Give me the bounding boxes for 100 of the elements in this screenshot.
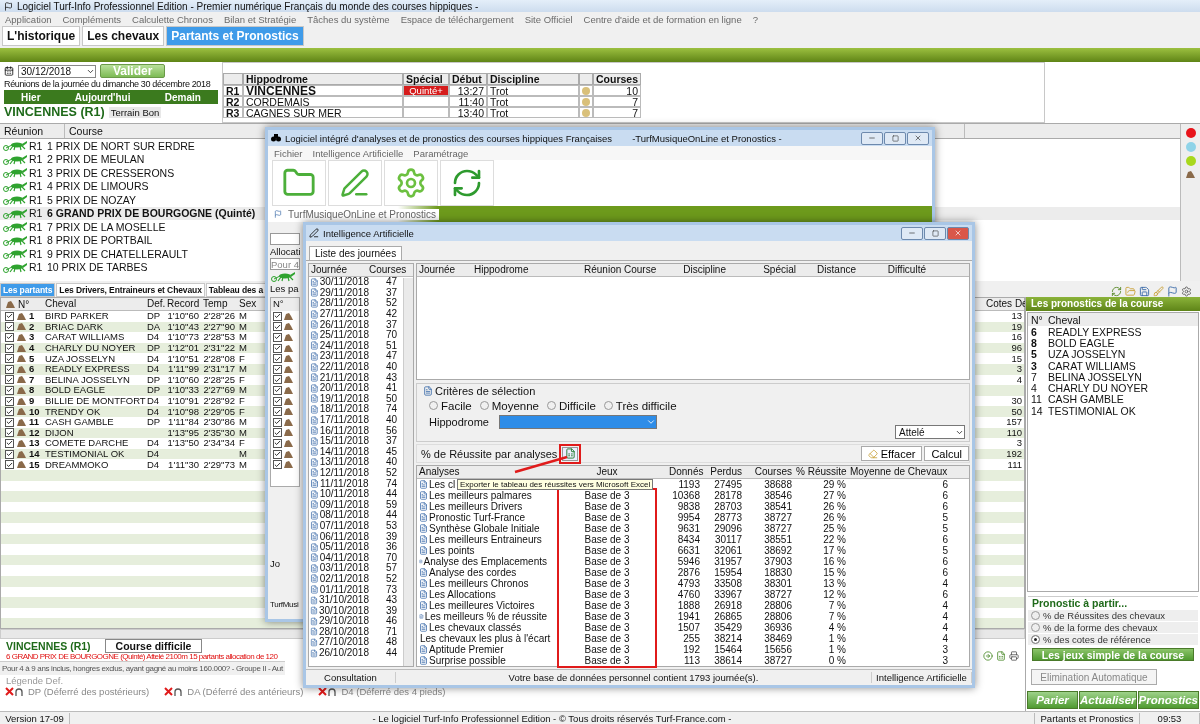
table-cell-text: 12 % <box>822 589 847 600</box>
meeting-code: R1 <box>29 207 43 220</box>
table-cell: 2 <box>29 321 35 332</box>
table-cell-text: 47 <box>384 351 398 362</box>
meeting-code: R1 <box>29 139 43 152</box>
table-cell-text: D4 <box>146 396 161 407</box>
table-cell-text: DIJON <box>44 427 75 438</box>
table-cell-text: M <box>238 427 248 438</box>
column-header: Journée <box>310 264 349 276</box>
table-cell: 12 <box>29 427 40 438</box>
table-cell-text: M <box>238 311 248 322</box>
column-header: Analyses <box>418 466 461 478</box>
table-cell-text: D4 <box>146 459 161 470</box>
table-cell-text: 2'30"86 <box>202 417 236 428</box>
table-cell-text: F <box>238 353 246 364</box>
table-cell-text: Base de 3 <box>583 512 631 523</box>
field-label: Allocati <box>270 246 300 257</box>
table-cell-text: 1'10"33 <box>166 385 200 396</box>
window-title: Intelligence Artificielle <box>323 227 414 239</box>
window-title: Logiciel Turf-Info Professionnel Edition - Premier numérique Français du monde des courses hippiques - <box>17 0 479 12</box>
meeting-code: R1 <box>29 166 43 179</box>
table-cell-text: 45 <box>384 446 398 457</box>
table-cell-text: 38214 <box>713 633 743 644</box>
table-cell: 14 <box>29 449 40 459</box>
table-cell-text: Base de 3 <box>583 655 631 666</box>
table-cell-text: BILLIE DE MONTFORT <box>44 396 145 407</box>
table-cell: 15 <box>29 459 40 470</box>
table-cell-text: 1'10"43 <box>166 321 200 332</box>
table-cell-text: D4 <box>146 364 161 375</box>
table-cell-text: 1'10"73 <box>166 332 200 343</box>
race-name: 2 PRIX DE MEULAN <box>47 153 145 166</box>
legend-title: Légende Def. <box>5 675 64 686</box>
table-cell-text: 2'31"22 <box>202 343 236 354</box>
table-cell: Pronostic Turf-France <box>417 512 547 523</box>
table-cell-text: 14 <box>1030 404 1044 417</box>
table-cell-text: 8 <box>1030 336 1038 349</box>
table-cell-text: 5 <box>941 545 949 556</box>
table-cell-text: 70 <box>384 552 398 563</box>
column-header: Record <box>166 298 201 310</box>
table-cell: TESTIMONIAL OK <box>1048 404 1136 417</box>
table-cell-text: 38727 <box>763 589 793 600</box>
table-cell-text: M <box>238 449 248 459</box>
column-header: Spécial <box>403 73 449 85</box>
table-cell-text: 7 % <box>827 600 847 611</box>
column-header: Cheval <box>1048 313 1081 326</box>
tooltip: Exporter le tableau des réussites vers Microsoft Excel <box>457 479 654 490</box>
table-cell-text: 1'10"98 <box>166 406 200 417</box>
legend-item: D4 (Déferré des 4 pieds) <box>341 686 446 697</box>
table-cell-text: 28178 <box>713 490 743 501</box>
status-text: Votre base de données personnel contient 1793 journée(s). <box>396 672 872 683</box>
table-cell-text: Base de 3 <box>583 589 631 600</box>
table-cell-text: 192 <box>682 644 701 655</box>
table-cell-text: 11 <box>1030 393 1043 406</box>
table-cell: 4 <box>29 343 35 354</box>
table-cell-text: D4 <box>146 438 161 449</box>
table-cell-text: 8434 <box>676 534 701 545</box>
table-cell-text: 6 <box>941 490 949 501</box>
module-label: Partants et Pronostics <box>1035 712 1140 724</box>
table-cell-text: DP <box>146 385 162 396</box>
table-cell-text: 26865 <box>713 611 743 622</box>
table-cell-text: 30 <box>1010 396 1023 407</box>
race-name: 5 PRIX DE NOZAY <box>47 193 137 206</box>
table-cell-text: 4 <box>941 578 949 589</box>
meeting-code: R1 <box>29 193 43 206</box>
table-cell-text: 13 <box>1010 311 1023 322</box>
table-cell: 11 <box>29 417 40 428</box>
table-cell-text: 5 <box>1030 348 1038 361</box>
race-name: 6 GRAND PRIX DE BOURGOGNE (Quinté) <box>47 207 256 220</box>
table-cell: Les meilleurs Chronos <box>417 578 547 589</box>
table-cell-text: 28806 <box>763 600 793 611</box>
table-cell: Les meilleurs Drivers <box>417 501 547 512</box>
table-cell-text: BIRD PARKER <box>44 311 110 322</box>
legend-item: DP (Déferré des postérieurs) <box>28 686 150 697</box>
table-cell-text: 13 % <box>822 578 847 589</box>
table-cell-text: 27 % <box>822 490 847 501</box>
table-cell-text: 1'11"84 <box>167 417 200 428</box>
table-cell-text: TRENDY OK <box>44 406 102 417</box>
status-text: Intelligence Artificielle <box>872 672 972 683</box>
table-cell-text: 18830 <box>763 567 793 578</box>
table-cell-text: 0 % <box>827 655 847 666</box>
table-cell: 13:40 <box>449 107 487 118</box>
table-cell-text: F <box>238 396 246 407</box>
table-cell-text: M <box>238 459 248 470</box>
meeting-code: R1 <box>29 153 43 166</box>
table-cell-text: Base de 3 <box>583 578 631 589</box>
column-header: Perdus <box>709 466 743 478</box>
table-cell: 10 <box>593 85 641 96</box>
table-cell-text: 15954 <box>713 567 743 578</box>
table-cell-text: M <box>238 364 248 375</box>
panel-title: Les pronostics de la course <box>1026 297 1200 311</box>
meeting-code: R1 <box>29 247 43 260</box>
table-cell-text: 40 <box>384 415 398 425</box>
table-cell: R2 <box>223 96 243 107</box>
table-cell-text: Base de 3 <box>583 644 631 655</box>
table-cell-text: 38727 <box>763 655 793 666</box>
table-cell-text: 38692 <box>763 545 793 556</box>
table-cell-text: 1'13"95 <box>166 427 200 438</box>
table-cell-text: 9954 <box>676 512 701 523</box>
table-cell-text: 10368 <box>671 490 701 501</box>
table-cell: Les meilleurs palmares <box>417 490 547 501</box>
